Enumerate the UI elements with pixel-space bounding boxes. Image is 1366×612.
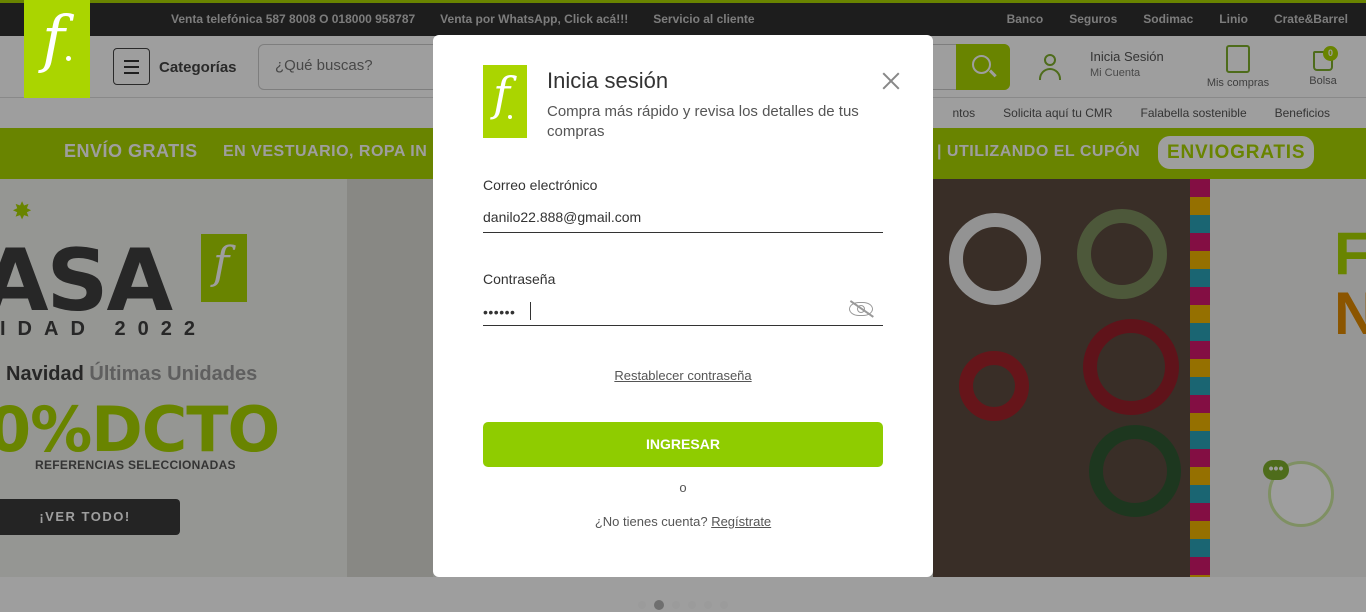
email-field[interactable] [483, 209, 823, 225]
logo-f-glyph: f [42, 2, 65, 75]
carousel-dot[interactable] [638, 601, 646, 609]
reset-password-link[interactable]: Restablecer contraseña [433, 368, 933, 383]
close-icon[interactable] [880, 70, 902, 92]
no-account-text: ¿No tienes cuenta? [594, 514, 708, 529]
password-label: Contraseña [483, 271, 556, 287]
carousel-dot[interactable] [720, 601, 728, 609]
email-label: Correo electrónico [483, 177, 598, 193]
carousel-dot[interactable] [688, 601, 696, 609]
register-link[interactable]: Regístrate [711, 514, 771, 529]
register-prompt: ¿No tienes cuenta? Regístrate [433, 514, 933, 529]
carousel-dots [638, 600, 728, 610]
eye-off-icon[interactable] [849, 302, 873, 316]
email-field-wrapper [483, 207, 883, 233]
carousel-dot-active[interactable] [654, 600, 664, 610]
modal-falabella-logo: f [483, 65, 527, 138]
carousel-dot[interactable] [672, 601, 680, 609]
carousel-dot[interactable] [704, 601, 712, 609]
login-submit-button[interactable]: INGRESAR [483, 422, 883, 467]
modal-title: Inicia sesión [547, 68, 669, 93]
falabella-logo[interactable]: f [24, 0, 90, 98]
login-modal: f Inicia sesión Compra más rápido y revi… [433, 35, 933, 577]
modal-subtitle: Compra más rápido y revisa los detalles … [547, 103, 859, 140]
text-caret [530, 302, 531, 320]
password-field[interactable]: •••••• [483, 300, 883, 326]
password-mask: •••••• [483, 304, 516, 320]
or-separator: o [679, 480, 687, 495]
logo-dot [66, 56, 71, 61]
